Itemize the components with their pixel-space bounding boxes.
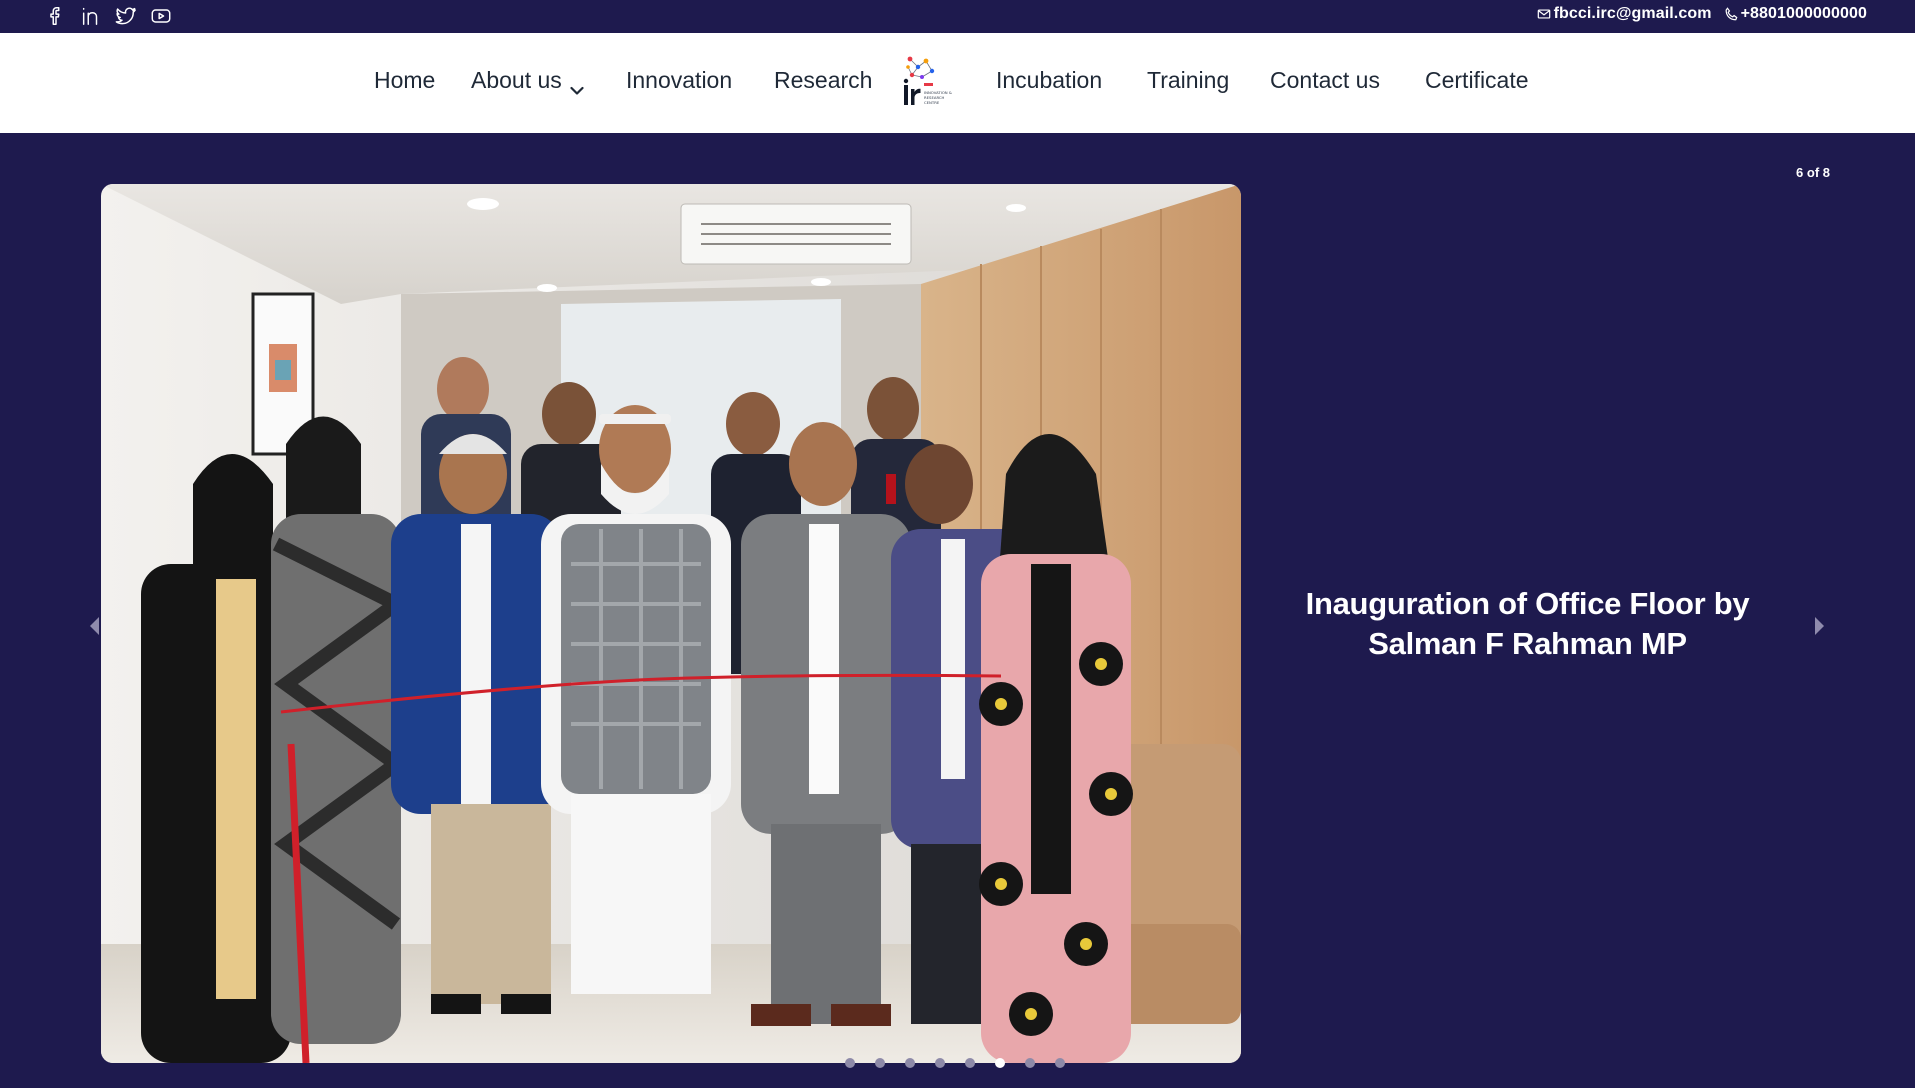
slide-dot[interactable]	[905, 1058, 915, 1068]
linkedin-icon[interactable]	[79, 4, 103, 28]
chevron-left-icon	[90, 617, 99, 635]
top-bar: fbcci.irc@gmail.com +8801000000000	[0, 0, 1915, 33]
nav-contact-us[interactable]: Contact us	[1270, 69, 1380, 92]
site-logo[interactable]: INNOVATION & RESEARCH CENTRE	[898, 53, 968, 113]
email-text: fbcci.irc@gmail.com	[1553, 4, 1712, 22]
nav-about-us[interactable]: About us	[471, 67, 584, 95]
nav-training[interactable]: Training	[1147, 69, 1229, 92]
hero-slider: 6 of 8 Inauguration of Office Floor by S…	[0, 133, 1915, 1088]
social-links	[44, 4, 173, 28]
email-link[interactable]: fbcci.irc@gmail.com	[1537, 5, 1712, 23]
phone-link[interactable]: +8801000000000	[1724, 5, 1867, 23]
slide-photo	[101, 184, 1241, 1063]
slide-dot-active[interactable]	[995, 1058, 1005, 1068]
slide-dot[interactable]	[965, 1058, 975, 1068]
twitter-icon[interactable]	[114, 4, 138, 28]
mail-icon	[1537, 8, 1550, 19]
nav-about-us-label: About us	[471, 67, 562, 93]
slide-pagination	[845, 1058, 1065, 1068]
slide-dot[interactable]	[1055, 1058, 1065, 1068]
phone-text: +8801000000000	[1740, 4, 1867, 22]
slide-dot[interactable]	[875, 1058, 885, 1068]
next-slide-button[interactable]	[1811, 615, 1827, 637]
phone-icon	[1725, 6, 1737, 20]
slide-caption: Inauguration of Office Floor by Salman F…	[1305, 586, 1750, 661]
prev-slide-button[interactable]	[87, 615, 103, 637]
logo-text-3: CENTRE	[924, 100, 940, 105]
facebook-icon[interactable]	[44, 4, 68, 28]
contact-info: fbcci.irc@gmail.com +8801000000000	[1537, 0, 1867, 27]
slide-dot[interactable]	[935, 1058, 945, 1068]
main-nav: Home About us Innovation Research INNOVA…	[0, 33, 1915, 133]
slide-dot[interactable]	[1025, 1058, 1035, 1068]
youtube-icon[interactable]	[149, 4, 173, 28]
nav-certificate[interactable]: Certificate	[1425, 69, 1529, 92]
nav-home[interactable]: Home	[374, 69, 435, 92]
slide-counter: 6 of 8	[1796, 165, 1830, 180]
chevron-right-icon	[1815, 617, 1824, 635]
slide-dot[interactable]	[845, 1058, 855, 1068]
nav-innovation[interactable]: Innovation	[626, 69, 732, 92]
nav-incubation[interactable]: Incubation	[996, 69, 1102, 92]
nav-research[interactable]: Research	[774, 69, 872, 92]
chevron-down-icon	[570, 77, 584, 95]
